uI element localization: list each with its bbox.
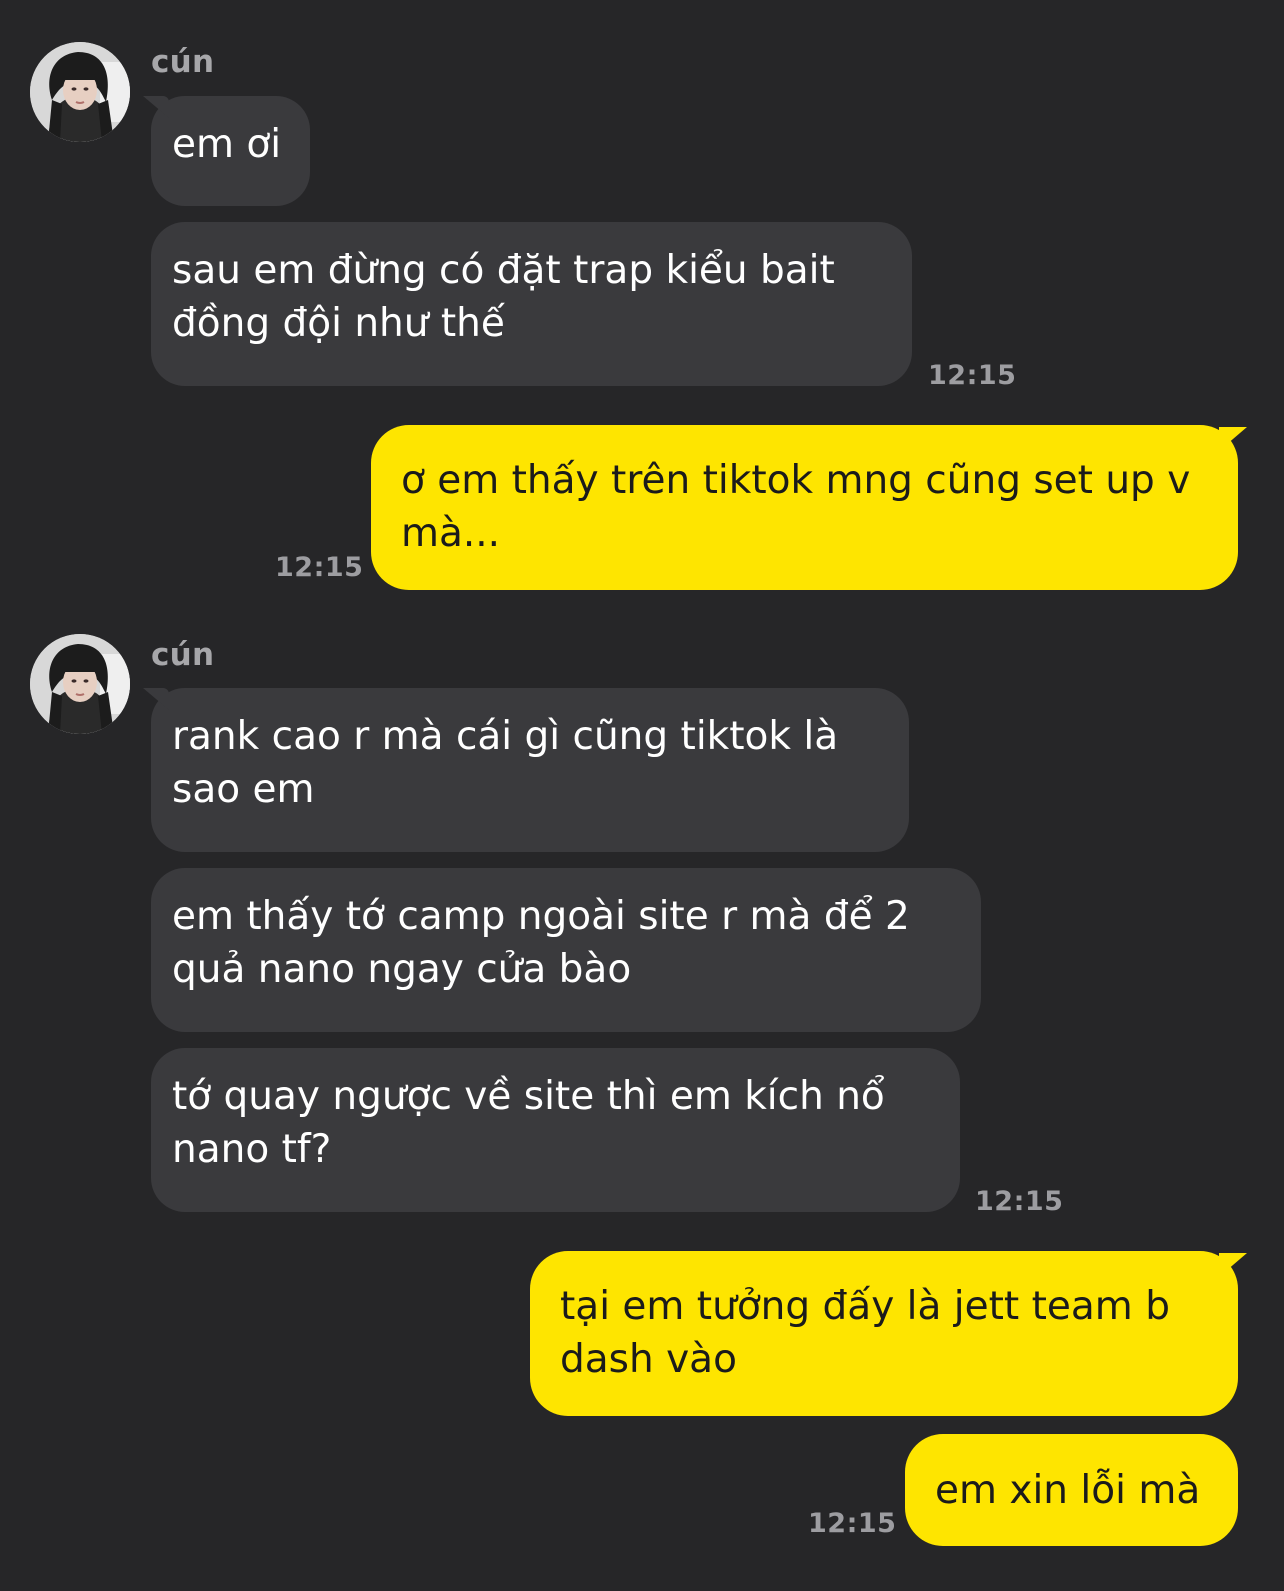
message-text: rank cao r mà cái gì cũng tiktok là sao … xyxy=(172,714,839,812)
sender-name: cún xyxy=(151,637,215,673)
incoming-message-bubble[interactable]: rank cao r mà cái gì cũng tiktok là sao … xyxy=(143,688,909,852)
profile-photo-avatar-icon xyxy=(30,634,130,734)
avatar[interactable] xyxy=(30,634,130,734)
message-text: ơ em thấy trên tiktok mng cũng set up v … xyxy=(401,458,1191,556)
bubble-tail xyxy=(143,96,169,118)
message-timestamp: 12:15 xyxy=(928,360,1017,391)
avatar[interactable] xyxy=(30,42,130,142)
sender-name: cún xyxy=(151,44,215,80)
bubble-tail xyxy=(1219,1253,1247,1277)
outgoing-message-bubble[interactable]: tại em tưởng đấy là jett team b dash vào xyxy=(530,1251,1247,1416)
message-text: em thấy tớ camp ngoài site r mà để 2 quả… xyxy=(172,894,910,992)
incoming-message-bubble[interactable]: tớ quay ngược về site thì em kích nổ nan… xyxy=(151,1048,960,1212)
message-text: sau em đừng có đặt trap kiểu bait đồng đ… xyxy=(172,248,835,346)
incoming-message-bubble[interactable]: sau em đừng có đặt trap kiểu bait đồng đ… xyxy=(151,222,912,386)
profile-photo-avatar-icon xyxy=(30,42,130,142)
bubble-tail xyxy=(1219,427,1247,451)
incoming-message-bubble[interactable]: em ơi xyxy=(143,96,310,206)
message-text: em xin lỗi mà xyxy=(935,1468,1201,1513)
message-text: em ơi xyxy=(172,122,282,167)
bubble-tail xyxy=(143,688,169,710)
message-text: tớ quay ngược về site thì em kích nổ nan… xyxy=(172,1074,885,1172)
message-timestamp: 12:15 xyxy=(808,1508,897,1539)
outgoing-message-bubble[interactable]: ơ em thấy trên tiktok mng cũng set up v … xyxy=(371,425,1247,590)
message-timestamp: 12:15 xyxy=(275,552,364,583)
message-text: tại em tưởng đấy là jett team b dash vào xyxy=(560,1284,1170,1382)
message-timestamp: 12:15 xyxy=(975,1186,1064,1217)
incoming-message-bubble[interactable]: em thấy tớ camp ngoài site r mà để 2 quả… xyxy=(151,868,981,1032)
outgoing-message-bubble[interactable]: em xin lỗi mà xyxy=(905,1434,1238,1546)
